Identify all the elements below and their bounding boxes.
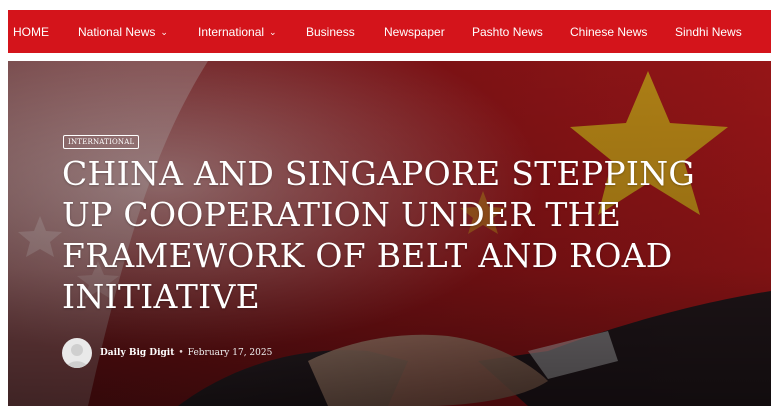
user-avatar-icon[interactable] (62, 338, 92, 368)
article-byline: Daily Big Digit • February 17, 2025 (62, 338, 272, 368)
nav-item-label: National News (78, 24, 156, 39)
publish-date: February 17, 2025 (187, 348, 273, 358)
article-headline[interactable]: CHINA AND SINGAPORE STEPPING UP COOPERAT… (62, 153, 722, 317)
nav-item-label: International (198, 24, 265, 39)
chevron-down-icon: ⌄ (269, 27, 277, 37)
nav-item-label: HOME (13, 24, 49, 39)
nav-item-business[interactable]: Business (306, 10, 355, 53)
nav-item-pashto-news[interactable]: Pashto News (472, 10, 543, 53)
main-navigation: HOME National News ⌄ International ⌄ Bus… (8, 10, 771, 53)
nav-item-national-news[interactable]: National News ⌄ (78, 10, 168, 53)
category-badge[interactable]: INTERNATIONAL (63, 135, 140, 149)
byline-separator: • (178, 348, 184, 358)
featured-article-hero[interactable]: INTERNATIONAL CHINA AND SINGAPORE STEPPI… (8, 61, 771, 406)
chevron-down-icon: ⌄ (160, 27, 168, 37)
nav-item-newspaper[interactable]: Newspaper (384, 10, 445, 53)
nav-item-label: Newspaper (384, 24, 445, 39)
nav-item-label: Pashto News (472, 24, 543, 39)
nav-item-label: Sindhi News (675, 24, 742, 39)
nav-item-home[interactable]: HOME (13, 10, 49, 53)
nav-item-label: Chinese News (570, 24, 648, 39)
author-name[interactable]: Daily Big Digit (100, 348, 174, 358)
nav-item-sindhi-news[interactable]: Sindhi News (675, 10, 742, 53)
nav-item-label: Business (306, 24, 355, 39)
nav-item-chinese-news[interactable]: Chinese News (570, 10, 647, 53)
nav-item-international[interactable]: International ⌄ (198, 10, 277, 53)
